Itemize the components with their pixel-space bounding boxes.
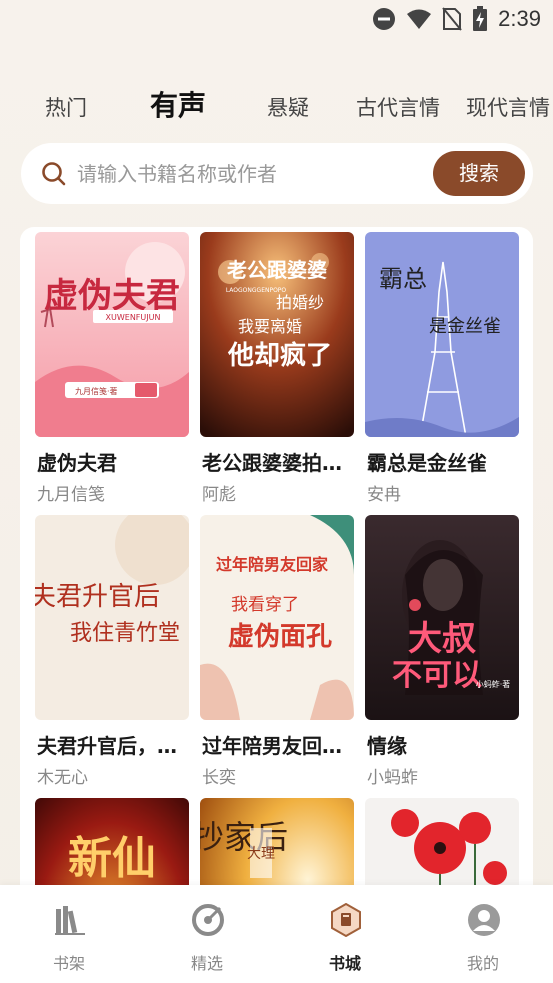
book-author: 木无心 <box>37 768 88 788</box>
cover-title-text: 是金丝雀 <box>429 316 501 337</box>
app-screen: 2:39 热门 有声 悬疑 古代言情 现代言情 搜索 <box>0 0 553 983</box>
nav-bookstore[interactable]: 书城 <box>295 885 395 983</box>
cover-title-text: 过年陪男友回家 <box>216 555 329 574</box>
book-author: 小蚂蚱 <box>367 768 418 788</box>
cover-title-text: 虚伪面孔 <box>228 622 332 652</box>
tab-suspense[interactable]: 悬疑 <box>267 88 309 128</box>
cover-title-text: 我住青竹堂 <box>70 621 180 646</box>
status-bar: 2:39 <box>0 0 553 38</box>
status-icons: 2:39 <box>372 6 541 32</box>
cover-subtitle-text: XUWENFUJUN <box>106 313 161 322</box>
cover-title-text: 大叔 <box>408 619 476 659</box>
do-not-disturb-icon <box>373 8 396 30</box>
nav-label: 书架 <box>52 954 85 973</box>
tab-ancient-romance[interactable]: 古代言情 <box>356 88 440 128</box>
cover-title-text: 我要离婚 <box>238 317 302 336</box>
battery-charging-icon <box>473 6 488 31</box>
book-title[interactable]: 老公跟婆婆拍婚纱我要离婚他却疯了 <box>202 447 356 476</box>
book-author: 长奕 <box>202 768 236 788</box>
profile-icon <box>468 904 500 936</box>
book-cover[interactable]: 九月信笺·著 虚伪夫君 XUWENFUJUN <box>35 232 189 437</box>
bottom-navigation: 书架 精选 书城 我的 <box>0 885 553 983</box>
book-title[interactable]: 过年陪男友回家我看穿了虚伪面孔 <box>202 730 356 759</box>
book-title[interactable]: 夫君升官后，我住青竹堂 <box>37 730 191 759</box>
bookstore-icon <box>331 903 361 937</box>
book-author: 阿彪 <box>202 485 236 505</box>
search-button[interactable]: 搜索 <box>433 151 525 196</box>
bookshelf-icon <box>55 906 85 935</box>
cover-title-text: 新仙 <box>68 833 156 884</box>
nav-label: 我的 <box>466 954 499 973</box>
nav-label: 精选 <box>190 954 223 973</box>
book-cover[interactable]: 夫君升官后 我住青竹堂 <box>35 515 189 720</box>
cover-title-text: 我看穿了 <box>231 595 299 615</box>
book-cover[interactable]: 过年陪男友回家 我看穿了 虚伪面孔 <box>200 515 354 720</box>
book-title[interactable]: 情缘 <box>367 730 521 759</box>
featured-icon <box>192 904 224 936</box>
book-author: 九月信笺 <box>37 485 105 505</box>
tab-audio[interactable]: 有声 <box>150 86 206 126</box>
cover-title-text: 霸总 <box>379 265 427 293</box>
status-time: 2:39 <box>498 6 541 31</box>
book-cover[interactable]: 大叔 不可以 小蚂蚱·著 <box>365 515 519 720</box>
nav-label: 书城 <box>328 954 361 973</box>
nav-bookshelf[interactable]: 书架 <box>19 885 119 983</box>
cover-title-text: 大理 <box>247 846 275 862</box>
cover-title-text: 拍婚纱 <box>276 293 324 312</box>
search-bar: 搜索 <box>21 143 533 204</box>
book-title[interactable]: 霸总是金丝雀 <box>367 447 521 476</box>
cover-title-text: 老公跟婆婆 <box>227 258 327 282</box>
cover-title-text: 不可以 <box>392 658 482 693</box>
book-author: 安冉 <box>367 485 401 505</box>
cover-title-text: 夫君升官后 <box>35 582 160 612</box>
tab-modern-romance[interactable]: 现代言情 <box>466 88 550 128</box>
nav-featured[interactable]: 精选 <box>157 885 257 983</box>
book-title[interactable]: 虚伪夫君 <box>37 447 191 476</box>
category-tabs: 热门 有声 悬疑 古代言情 现代言情 <box>0 86 553 130</box>
nav-profile[interactable]: 我的 <box>433 885 533 983</box>
cover-title-text: 他却疯了 <box>227 340 332 371</box>
wifi-icon <box>407 9 432 29</box>
book-cover[interactable]: 老公跟婆婆 LAOGONGGENPOPO 拍婚纱 我要离婚 他却疯了 <box>200 232 354 437</box>
search-input[interactable] <box>77 155 417 193</box>
search-icon <box>42 162 66 186</box>
book-grid: 九月信笺·著 虚伪夫君 XUWENFUJUN 虚伪夫君 九月信笺 老公跟婆婆 L… <box>20 227 533 927</box>
tab-hot[interactable]: 热门 <box>45 88 87 128</box>
cover-author-text: 九月信笺·著 <box>75 386 118 396</box>
book-cover[interactable]: 霸总 是金丝雀 <box>365 232 519 437</box>
no-sim-icon <box>442 7 462 31</box>
cover-author-text: 小蚂蚱·著 <box>476 679 511 689</box>
